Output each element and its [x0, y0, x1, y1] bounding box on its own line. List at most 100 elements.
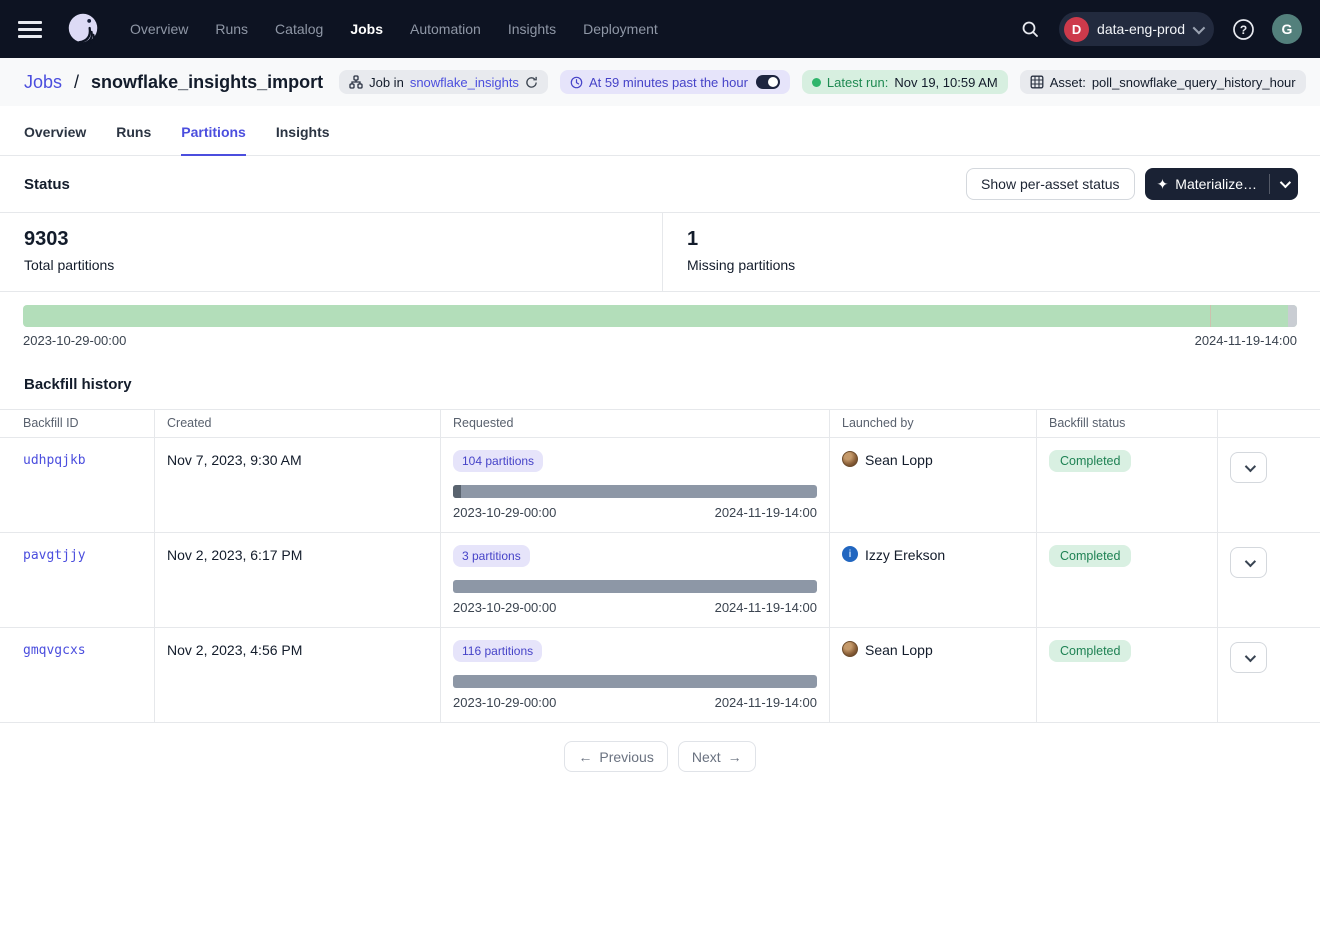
missing-partitions-label: Missing partitions	[687, 257, 795, 273]
chevron-down-icon	[1244, 650, 1255, 661]
nav-deployment[interactable]: Deployment	[583, 21, 658, 37]
requested-cell: 116 partitions 2023-10-29-00:00 2024-11-…	[441, 628, 830, 723]
table-row: gmqvgcxs Nov 2, 2023, 4:56 PM 116 partit…	[0, 628, 1320, 723]
backfill-range-bar	[453, 485, 817, 498]
top-nav-links: Overview Runs Catalog Jobs Automation In…	[130, 21, 658, 37]
page-title: snowflake_insights_import	[91, 72, 323, 93]
job-location-badge: Job in snowflake_insights	[339, 70, 548, 94]
job-tabs: Overview Runs Partitions Insights	[0, 106, 1320, 156]
top-nav: Overview Runs Catalog Jobs Automation In…	[0, 0, 1320, 58]
table-row: pavgtjjy Nov 2, 2023, 6:17 PM 3 partitio…	[0, 533, 1320, 628]
previous-page-button[interactable]: ← Previous	[564, 741, 667, 772]
nav-jobs[interactable]: Jobs	[350, 21, 383, 37]
range-end: 2024-11-19-14:00	[715, 505, 817, 520]
range-start: 2023-10-29-00:00	[453, 695, 556, 710]
breadcrumb: Jobs / snowflake_insights_import Job in …	[0, 58, 1320, 106]
launched-by-name: Sean Lopp	[865, 642, 933, 658]
range-start: 2023-10-29-00:00	[453, 600, 556, 615]
help-icon[interactable]: ?	[1228, 14, 1258, 44]
missing-partitions-stat: 1 Missing partitions	[663, 213, 819, 291]
created-cell: Nov 7, 2023, 9:30 AM	[155, 438, 441, 533]
launched-by-cell: Sean Lopp	[830, 628, 1037, 723]
user-avatar[interactable]: G	[1272, 14, 1302, 44]
range-end: 2024-11-19-14:00	[715, 600, 817, 615]
backfill-history-heading: Backfill history	[0, 362, 1320, 409]
range-end: 2024-11-19-14:00	[715, 695, 817, 710]
nav-runs[interactable]: Runs	[215, 21, 248, 37]
launched-by-cell: Sean Lopp	[830, 438, 1037, 533]
latest-run-badge: Latest run: Nov 19, 10:59 AM	[802, 70, 1008, 94]
backfill-range-bar	[453, 675, 817, 688]
launched-by-cell: i Izzy Erekson	[830, 533, 1037, 628]
partitions-count-badge[interactable]: 3 partitions	[453, 545, 530, 567]
backfill-id-link[interactable]: pavgtjjy	[0, 533, 155, 628]
next-page-button[interactable]: Next →	[678, 741, 756, 772]
tab-runs[interactable]: Runs	[116, 124, 151, 156]
left-arrow-icon: ←	[578, 749, 592, 765]
total-partitions-stat: 9303 Total partitions	[0, 213, 663, 291]
col-launched-by: Launched by	[830, 410, 1037, 438]
schedule-badge: At 59 minutes past the hour	[560, 70, 790, 94]
partition-status-bar[interactable]	[23, 305, 1297, 327]
deployment-switcher[interactable]: D data-eng-prod	[1059, 12, 1214, 46]
tab-overview[interactable]: Overview	[24, 124, 86, 156]
user-initial-avatar: i	[842, 546, 858, 562]
breadcrumb-jobs-link[interactable]: Jobs	[24, 72, 62, 93]
code-location-link[interactable]: snowflake_insights	[410, 75, 519, 90]
sparkle-icon: ✦	[1157, 177, 1169, 191]
range-start: 2023-10-29-00:00	[453, 505, 556, 520]
nav-overview[interactable]: Overview	[130, 21, 188, 37]
user-photo-avatar	[842, 451, 858, 467]
backfill-id-link[interactable]: gmqvgcxs	[0, 628, 155, 723]
nav-insights[interactable]: Insights	[508, 21, 556, 37]
schedule-toggle[interactable]	[756, 75, 780, 89]
partitions-count-badge[interactable]: 116 partitions	[453, 640, 542, 662]
chevron-down-icon	[1244, 460, 1255, 471]
actions-cell	[1218, 628, 1320, 723]
right-arrow-icon: →	[728, 749, 742, 765]
materialize-button[interactable]: ✦ Materialize…	[1145, 168, 1269, 200]
latest-run-label: Latest run:	[827, 75, 888, 90]
latest-run-time-link[interactable]: Nov 19, 10:59 AM	[894, 75, 997, 90]
pagination: ← Previous Next →	[0, 741, 1320, 772]
backfill-range-bar	[453, 580, 817, 593]
asset-name-link[interactable]: poll_snowflake_query_history_hour	[1092, 75, 1296, 90]
total-partitions-value: 9303	[24, 228, 638, 251]
tab-partitions[interactable]: Partitions	[181, 124, 246, 156]
requested-cell: 104 partitions 2023-10-29-00:00 2024-11-…	[441, 438, 830, 533]
search-icon[interactable]	[1015, 14, 1045, 44]
table-header-row: Backfill ID Created Requested Launched b…	[0, 409, 1320, 438]
schedule-label: At 59 minutes past the hour	[589, 75, 748, 90]
materialize-label: Materialize…	[1175, 176, 1257, 192]
actions-cell	[1218, 533, 1320, 628]
partition-range-end: 2024-11-19-14:00	[1195, 333, 1297, 348]
svg-text:?: ?	[1239, 22, 1246, 36]
clock-icon	[570, 76, 583, 89]
run-status-dot-icon	[812, 78, 821, 87]
materialize-dropdown-button[interactable]	[1270, 168, 1298, 200]
row-menu-button[interactable]	[1230, 642, 1267, 673]
launched-by-name: Izzy Erekson	[865, 547, 945, 563]
actions-cell	[1218, 438, 1320, 533]
row-menu-button[interactable]	[1230, 547, 1267, 578]
status-cell: Completed	[1037, 533, 1218, 628]
col-created: Created	[155, 410, 441, 438]
partition-status-bar-wrap	[0, 292, 1320, 327]
nav-automation[interactable]: Automation	[410, 21, 481, 37]
asset-label: Asset:	[1050, 75, 1086, 90]
status-badge: Completed	[1049, 450, 1131, 472]
status-heading: Status	[24, 176, 70, 193]
col-backfill-id: Backfill ID	[0, 410, 155, 438]
status-cell: Completed	[1037, 438, 1218, 533]
reload-icon[interactable]	[525, 76, 538, 89]
row-menu-button[interactable]	[1230, 452, 1267, 483]
nav-catalog[interactable]: Catalog	[275, 21, 323, 37]
menu-icon[interactable]	[18, 21, 42, 38]
partitions-count-badge[interactable]: 104 partitions	[453, 450, 543, 472]
user-photo-avatar	[842, 641, 858, 657]
table-row: udhpqjkb Nov 7, 2023, 9:30 AM 104 partit…	[0, 438, 1320, 533]
partition-bar-range: 2023-10-29-00:00 2024-11-19-14:00	[0, 327, 1320, 362]
tab-insights[interactable]: Insights	[276, 124, 330, 156]
backfill-id-link[interactable]: udhpqjkb	[0, 438, 155, 533]
show-per-asset-status-button[interactable]: Show per-asset status	[966, 168, 1135, 200]
